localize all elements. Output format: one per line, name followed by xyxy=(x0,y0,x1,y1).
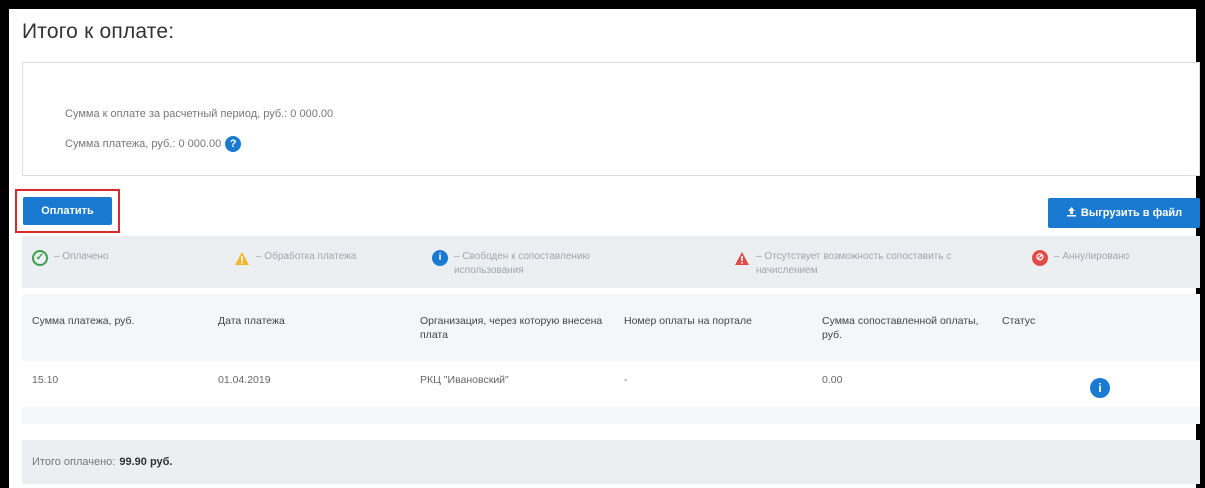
summary-panel: Сумма к оплате за расчетный период, руб.… xyxy=(22,62,1200,176)
summary-amount-due: Сумма к оплате за расчетный период, руб.… xyxy=(65,108,334,120)
total-bar: Итого оплачено: 99.90 руб. xyxy=(22,440,1200,484)
legend-label: – Оплачено xyxy=(54,251,109,262)
summary-payment-amount: Сумма платежа, руб.: 0 000.00 xyxy=(65,138,222,150)
cancel-icon: ⊘ xyxy=(1032,250,1048,266)
legend-label: – Аннулировано xyxy=(1054,251,1130,262)
cell-date: 01.04.2019 xyxy=(218,374,271,386)
cell-amount: 15.10 xyxy=(32,374,59,386)
total-paid: Итого оплачено: 99.90 руб. xyxy=(32,456,173,468)
status-legend: ✓ – Оплачено – Обработка платежа i – Сво… xyxy=(22,236,1200,288)
help-icon[interactable]: ? xyxy=(225,136,242,152)
pay-button[interactable]: Оплатить xyxy=(23,197,112,225)
export-button[interactable]: Выгрузить в файл xyxy=(1048,198,1200,228)
legend-label: – Отсутствует возможность сопоставить с … xyxy=(756,251,952,276)
summary-payment-row: Сумма платежа, руб.: 0 000.00 ? xyxy=(65,136,242,152)
legend-item-processing: – Обработка платежа xyxy=(234,250,414,266)
cell-portal-number: - xyxy=(624,374,628,386)
column-header-status: Статус xyxy=(1002,315,1036,327)
warning-icon xyxy=(234,250,250,266)
column-header-matched-amount: Сумма сопоставленной оплаты, руб. xyxy=(822,315,979,341)
column-header-amount: Сумма платежа, руб. xyxy=(32,315,135,327)
total-paid-label: Итого оплачено: xyxy=(32,456,116,468)
payments-table: Сумма платежа, руб. Дата платежа Организ… xyxy=(22,294,1200,424)
legend-item-free: i – Свободен к сопоставлению использован… xyxy=(432,250,647,278)
column-header-portal-number: Номер оплаты на портале xyxy=(624,315,752,327)
legend-item-paid: ✓ – Оплачено xyxy=(32,250,202,266)
info-icon: i xyxy=(432,250,448,266)
legend-item-cancelled: ⊘ – Аннулировано xyxy=(1032,250,1192,266)
table-row[interactable]: 15.10 01.04.2019 РКЦ "Ивановский" - 0.00… xyxy=(22,361,1200,407)
export-button-label: Выгрузить в файл xyxy=(1080,207,1183,219)
pay-button-highlight: Оплатить xyxy=(15,189,120,233)
warning-red-icon xyxy=(734,250,750,266)
legend-item-cannot-match: – Отсутствует возможность сопоставить с … xyxy=(734,250,964,278)
status-info-icon[interactable]: i xyxy=(1090,378,1110,398)
page-title: Итого к оплате: xyxy=(22,20,175,43)
legend-label: – Обработка платежа xyxy=(256,251,357,262)
column-header-organization: Организация, через которую внесена плата xyxy=(420,315,603,341)
upload-icon xyxy=(1066,206,1077,220)
check-circle-icon: ✓ xyxy=(32,250,48,266)
total-paid-value: 99.90 руб. xyxy=(119,456,173,468)
legend-label: – Свободен к сопоставлению использования xyxy=(454,251,591,276)
cell-matched-amount: 0.00 xyxy=(822,374,843,386)
column-header-date: Дата платежа xyxy=(218,315,285,327)
cell-organization: РКЦ "Ивановский" xyxy=(420,374,509,386)
